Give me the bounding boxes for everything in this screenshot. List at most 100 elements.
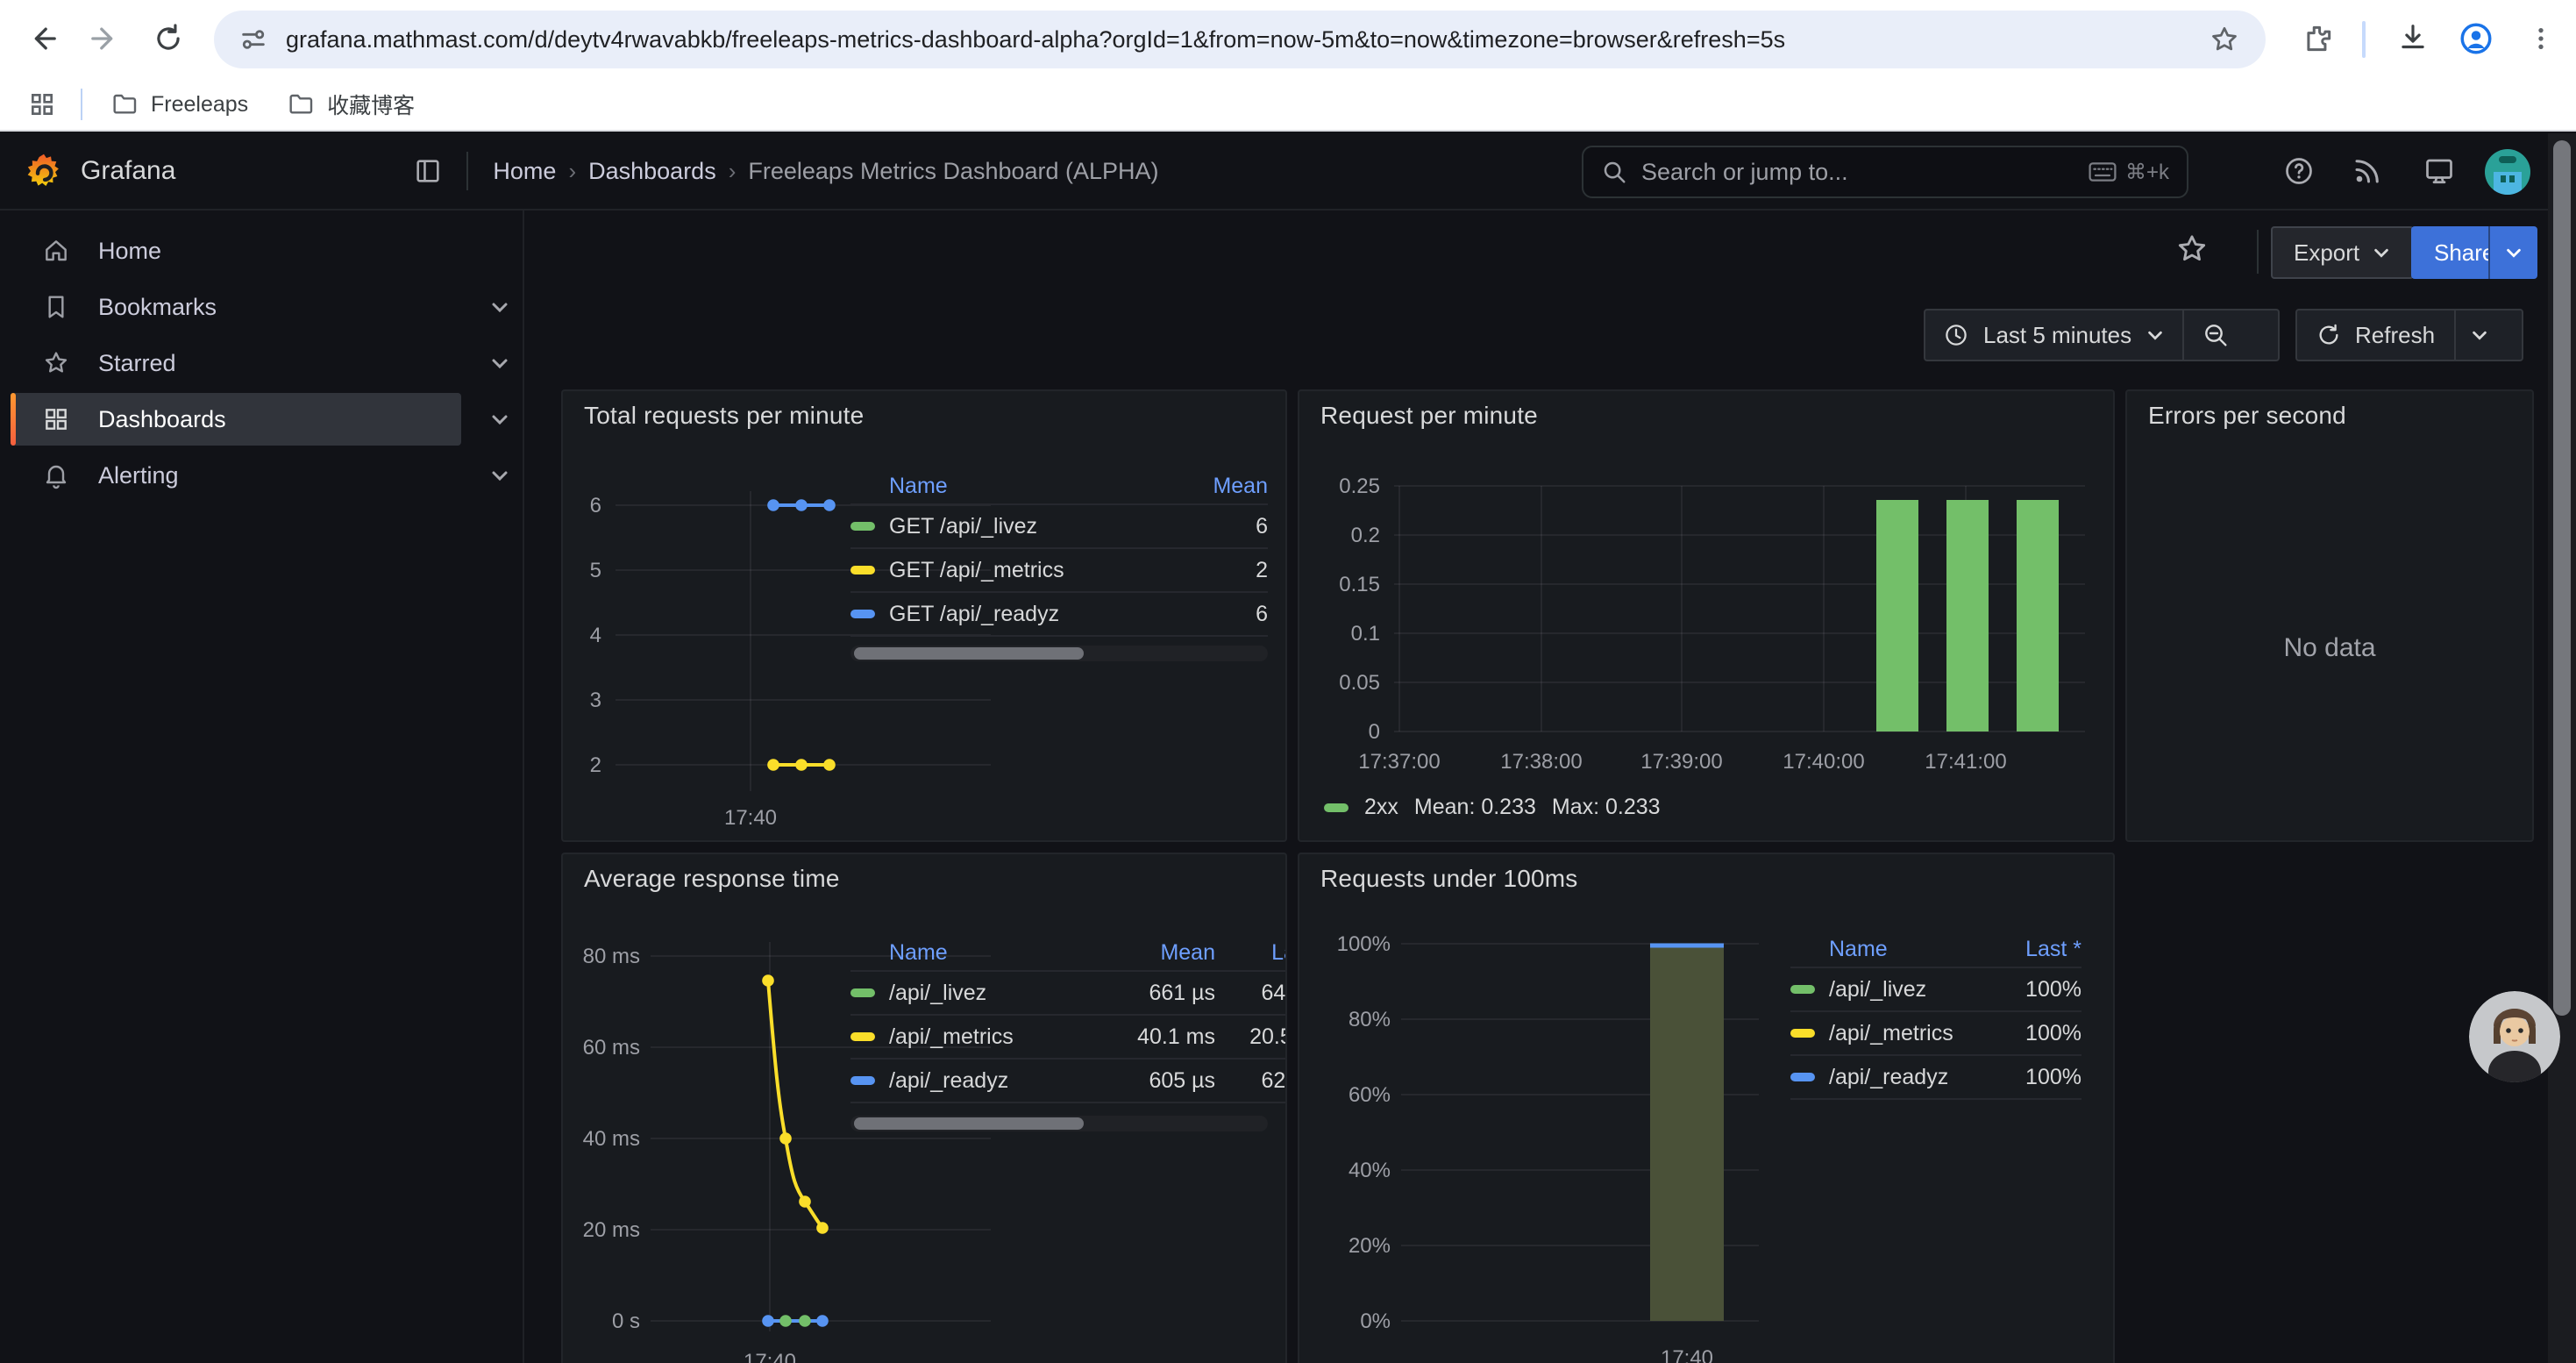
legend-scrollbar[interactable] — [850, 646, 1268, 661]
download-icon — [2396, 22, 2430, 55]
legend-row[interactable]: /api/_readyz 100% — [1790, 1056, 2081, 1100]
legend-row[interactable]: GET /api/_livez 6 — [850, 505, 1268, 549]
address-bar[interactable] — [214, 11, 2266, 68]
screen: Freeleaps 收藏博客 Grafana Home › Dashboards… — [0, 0, 2576, 1363]
legend-header: Name Last * — [1790, 931, 2081, 968]
legend-row[interactable]: /api/_livez 661 µs 646 µs — [850, 972, 1287, 1016]
apps-button[interactable] — [18, 80, 67, 129]
kiosk-mode-button[interactable] — [2415, 146, 2464, 196]
y-tick: 0.05 — [1339, 671, 1380, 695]
series-mean: 6 — [1163, 602, 1268, 627]
breadcrumb-separator: › — [556, 158, 588, 185]
series-metrics-line — [767, 759, 836, 771]
star-icon — [42, 349, 70, 377]
series-last: 100% — [1990, 1065, 2081, 1090]
sidebar-item-home[interactable]: Home — [11, 225, 461, 277]
profile-button[interactable] — [2451, 14, 2501, 63]
zoom-out-time-button[interactable] — [2184, 321, 2247, 349]
sidebar-item-starred[interactable]: Starred — [11, 337, 461, 389]
legend-row[interactable]: GET /api/_readyz 6 — [850, 593, 1268, 637]
favorite-dashboard-button[interactable] — [2174, 232, 2210, 267]
browser-forward-button[interactable] — [81, 14, 130, 63]
bookmark-folder-blogs[interactable]: 收藏博客 — [273, 82, 429, 127]
legend-col-last[interactable]: Last * — [1229, 940, 1287, 966]
series-color-pill — [850, 610, 875, 618]
y-tick: 60 ms — [583, 1036, 640, 1060]
bookmark-star-icon[interactable] — [2208, 23, 2241, 56]
news-button[interactable] — [2343, 146, 2392, 196]
y-tick: 0.15 — [1339, 573, 1380, 596]
series-color-pill — [1790, 1029, 1815, 1038]
dashboards-grid-icon — [42, 405, 70, 433]
legend-col-mean[interactable]: Mean — [1089, 940, 1215, 966]
chevron-down-icon[interactable] — [489, 465, 510, 486]
breadcrumb-home[interactable]: Home — [493, 158, 556, 185]
bookmark-icon — [42, 293, 70, 321]
header-divider — [466, 152, 468, 190]
sidebar-item-label: Alerting — [98, 462, 179, 489]
grafana-logo[interactable] — [25, 152, 63, 190]
export-button[interactable]: Export — [2271, 226, 2414, 279]
legend-row[interactable]: /api/_metrics 40.1 ms 20.5 ms — [850, 1016, 1287, 1060]
legend-row[interactable]: /api/_metrics 100% — [1790, 1012, 2081, 1056]
sidebar-item-bookmarks[interactable]: Bookmarks — [11, 281, 461, 333]
apps-grid-icon — [28, 90, 56, 118]
legend-col-name[interactable]: Name — [850, 940, 1089, 966]
extensions-button[interactable] — [2294, 14, 2343, 63]
chevron-down-icon[interactable] — [489, 296, 510, 318]
search-input[interactable] — [1641, 159, 2074, 186]
breadcrumb-dashboards[interactable]: Dashboards — [588, 158, 716, 185]
refresh-interval-button[interactable] — [2456, 325, 2503, 345]
series-last: 100% — [1990, 977, 2081, 1003]
legend-col-last[interactable]: Last * — [1990, 937, 2081, 962]
legend-col-name[interactable]: Name — [850, 474, 1163, 499]
legend-row[interactable]: /api/_livez 100% — [1790, 968, 2081, 1012]
help-button[interactable] — [2274, 146, 2323, 196]
x-tick: 17:40 — [1661, 1346, 1713, 1363]
page-scrollbar-thumb[interactable] — [2553, 140, 2571, 1016]
dock-menu-button[interactable] — [403, 146, 452, 196]
y-tick: 60% — [1348, 1083, 1391, 1107]
bar-100-percent — [1650, 946, 1724, 1321]
browser-reload-button[interactable] — [144, 14, 193, 63]
panel-total-requests-per-minute[interactable]: Total requests per minute 6 5 4 3 2 17:4… — [561, 389, 1287, 842]
breadcrumb-separator: › — [716, 158, 749, 185]
panel-request-per-minute[interactable]: Request per minute 0.25 0.2 0.15 0.1 0.0… — [1298, 389, 2115, 842]
legend-item-2xx[interactable]: 2xx Mean: 0.233 Max: 0.233 — [1324, 795, 1661, 820]
search-icon — [1601, 159, 1627, 185]
floating-assistant-avatar[interactable] — [2469, 991, 2560, 1082]
legend-row[interactable]: GET /api/_metrics 2 — [850, 549, 1268, 593]
bell-icon — [42, 461, 70, 489]
chevron-down-icon[interactable] — [489, 409, 510, 430]
active-item-accent — [11, 393, 16, 446]
refresh-button[interactable]: Refresh — [2297, 322, 2454, 349]
series-color-pill — [1324, 803, 1348, 812]
panel-average-response-time[interactable]: Average response time 80 ms 60 ms 40 ms … — [561, 853, 1287, 1363]
chevron-down-icon[interactable] — [489, 353, 510, 374]
sidebar-item-dashboards[interactable]: Dashboards — [11, 393, 461, 446]
time-range-picker[interactable]: Last 5 minutes — [1925, 322, 2182, 349]
y-tick: 40 ms — [583, 1127, 640, 1151]
share-menu-button[interactable] — [2488, 226, 2537, 279]
search-bar[interactable]: ⌘+k — [1582, 146, 2188, 198]
url-input[interactable] — [286, 26, 2208, 54]
series-name: 2xx — [1364, 795, 1398, 820]
legend-col-mean[interactable]: Mean — [1163, 474, 1268, 499]
downloads-button[interactable] — [2388, 14, 2437, 63]
browser-menu-button[interactable] — [2516, 14, 2565, 63]
sidebar-item-alerting[interactable]: Alerting — [11, 449, 461, 502]
site-info-icon[interactable] — [238, 25, 268, 54]
series-name: GET /api/_readyz — [889, 602, 1059, 627]
sidebar: Home Bookmarks Starred Dashboards Alerti… — [0, 211, 524, 1363]
series-color-pill — [1790, 985, 1815, 994]
panel-requests-under-100ms[interactable]: Requests under 100ms 100% 80% 60% 40% 20… — [1298, 853, 2115, 1363]
legend-row[interactable]: /api/_readyz 605 µs 620 µs — [850, 1060, 1287, 1103]
legend-table: Name Last * /api/_livez 100% /api/_metri… — [1790, 931, 2081, 1100]
x-tick: 17:40 — [724, 806, 777, 830]
browser-back-button[interactable] — [18, 14, 67, 63]
bookmark-folder-freeleaps[interactable]: Freeleaps — [96, 83, 262, 125]
panel-errors-per-second[interactable]: Errors per second No data — [2125, 389, 2534, 842]
user-avatar[interactable] — [2485, 149, 2530, 195]
legend-scrollbar[interactable] — [850, 1116, 1268, 1131]
legend-col-name[interactable]: Name — [1790, 937, 1990, 962]
